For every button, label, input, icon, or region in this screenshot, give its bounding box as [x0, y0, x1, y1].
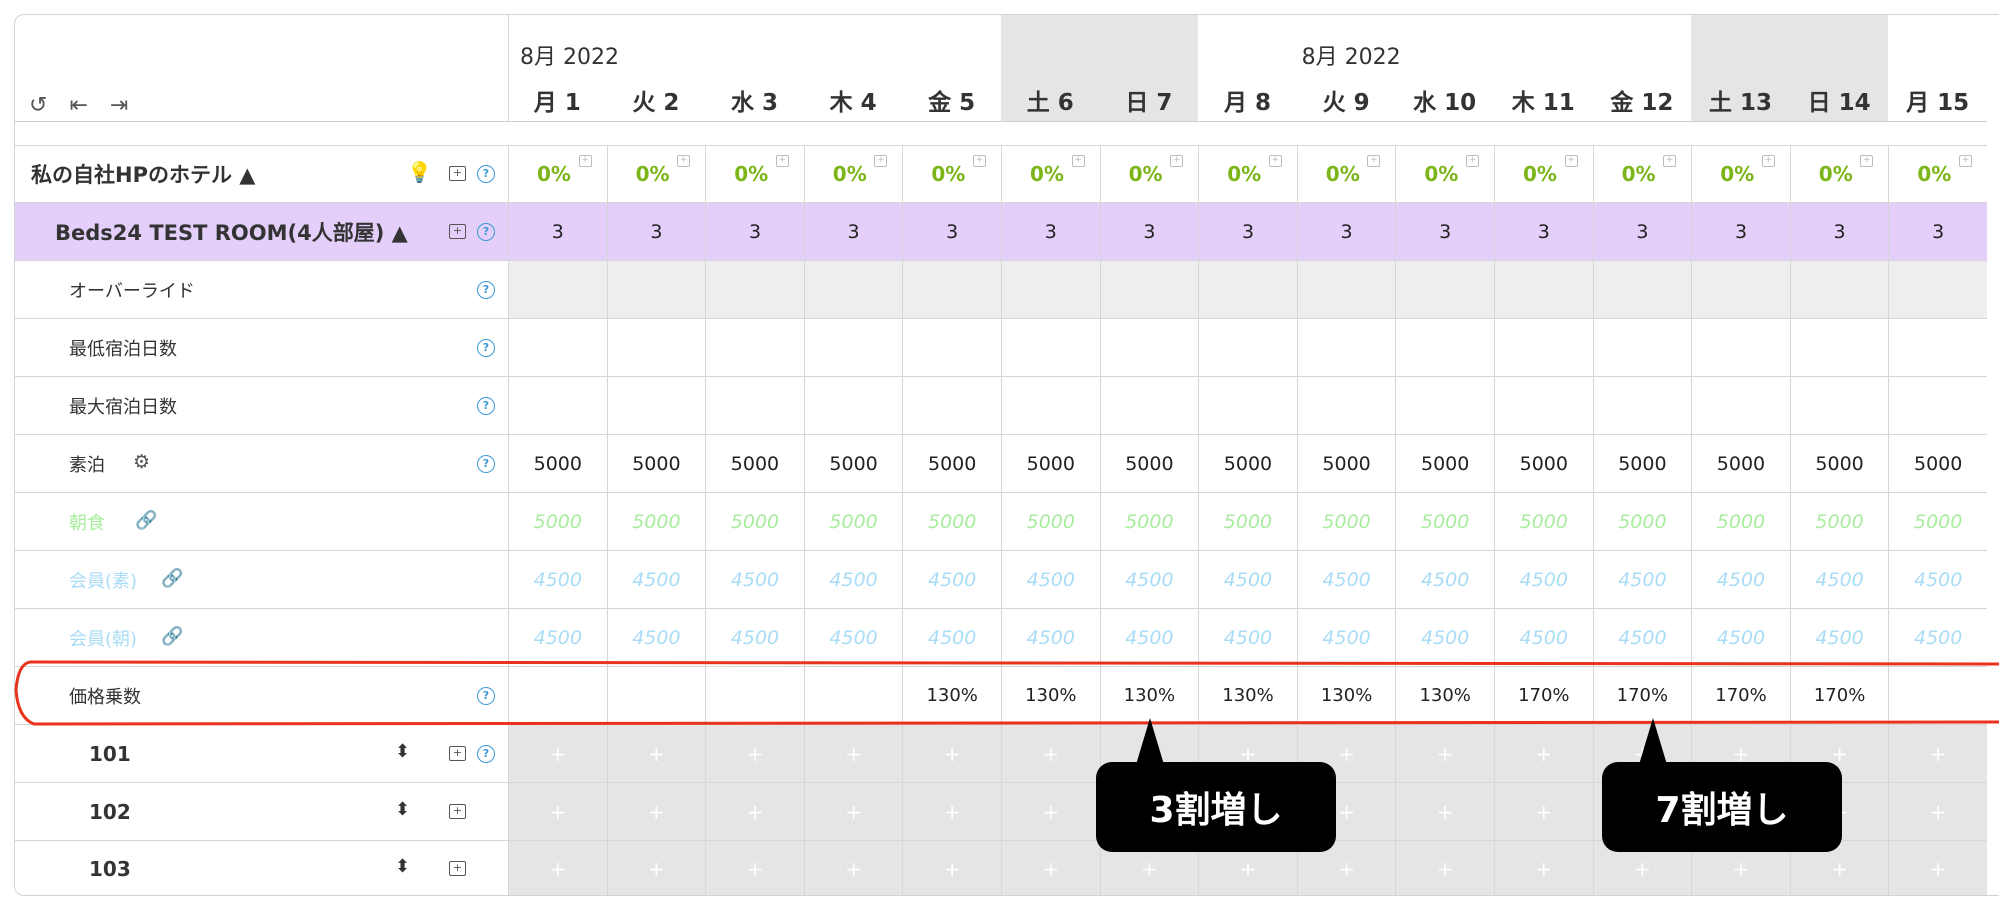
callout-right: 7割増し [1602, 762, 1842, 852]
callout-pointer-right [1638, 718, 1668, 768]
callout-pointer-left [1135, 718, 1165, 768]
callout-left: 3割増し [1096, 762, 1336, 852]
